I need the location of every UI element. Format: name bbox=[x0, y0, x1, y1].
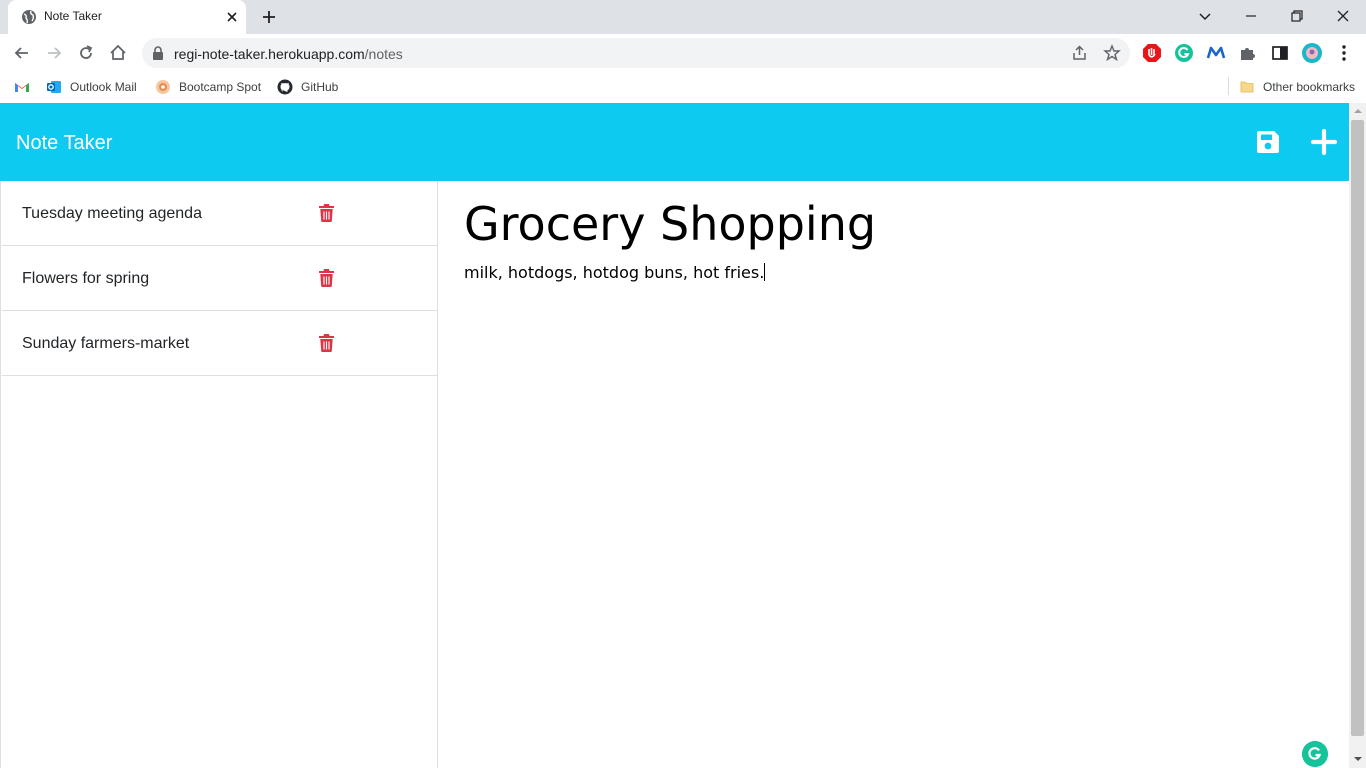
profile-avatar-icon[interactable] bbox=[1301, 42, 1323, 64]
folder-icon bbox=[1240, 81, 1254, 93]
gmail-icon bbox=[15, 83, 29, 92]
note-list-item[interactable]: Sunday farmers-market bbox=[2, 311, 438, 376]
browser-toolbar: regi-note-taker.herokuapp.com/notes bbox=[0, 34, 1366, 72]
url-path: /notes bbox=[364, 46, 403, 62]
github-icon bbox=[277, 79, 293, 95]
outlook-icon bbox=[47, 81, 61, 93]
share-icon[interactable] bbox=[1071, 44, 1089, 62]
note-title-input[interactable]: Grocery Shopping bbox=[464, 197, 1324, 251]
grammarly-extension-icon[interactable] bbox=[1173, 42, 1195, 64]
side-panel-icon[interactable] bbox=[1269, 42, 1291, 64]
forward-icon[interactable] bbox=[44, 43, 64, 63]
bookmark-outlook-mail[interactable]: Outlook Mail bbox=[46, 77, 137, 97]
note-list-item[interactable]: Flowers for spring bbox=[2, 246, 438, 311]
bookmark-github[interactable]: GitHub bbox=[277, 77, 338, 97]
delete-note-trash-icon[interactable] bbox=[318, 268, 335, 287]
new-note-plus-icon[interactable] bbox=[1309, 127, 1339, 157]
adblock-extension-icon[interactable] bbox=[1141, 42, 1163, 64]
bookmarks-separator bbox=[1228, 77, 1229, 95]
note-text-content: milk, hotdogs, hotdog buns, hot fries. bbox=[464, 263, 765, 282]
other-bookmarks-label: Other bookmarks bbox=[1263, 80, 1356, 94]
grammarly-floating-icon[interactable] bbox=[1302, 741, 1328, 767]
bootcamp-spot-icon bbox=[156, 80, 170, 94]
bookmark-label: Outlook Mail bbox=[70, 80, 137, 94]
note-list-item-title: Flowers for spring bbox=[22, 270, 150, 287]
close-tab-icon[interactable] bbox=[224, 9, 240, 25]
reload-icon[interactable] bbox=[76, 43, 96, 63]
lock-icon[interactable] bbox=[152, 46, 164, 60]
bookmark-other-bookmarks[interactable]: Other bookmarks bbox=[1239, 77, 1355, 97]
m-extension-icon[interactable] bbox=[1205, 42, 1227, 64]
page-scrollbar-thumb[interactable] bbox=[1351, 120, 1364, 736]
bookmarks-bar: Outlook Mail Bootcamp Spot GitHub Other … bbox=[0, 72, 1366, 103]
text-caret bbox=[764, 263, 766, 281]
restore-icon[interactable] bbox=[1287, 6, 1307, 26]
home-icon[interactable] bbox=[108, 43, 128, 63]
note-list-item-title: Sunday farmers-market bbox=[22, 335, 190, 352]
note-list-item[interactable]: Tuesday meeting agenda bbox=[2, 181, 438, 246]
scroll-up-arrow-icon[interactable] bbox=[1353, 106, 1363, 116]
globe-icon bbox=[22, 10, 36, 24]
bookmark-star-icon[interactable] bbox=[1103, 44, 1121, 62]
extensions-puzzle-icon[interactable] bbox=[1237, 42, 1259, 64]
url-host: regi-note-taker.herokuapp.com bbox=[174, 46, 365, 62]
url-text: regi-note-taker.herokuapp.com/notes bbox=[174, 46, 403, 62]
bookmark-label: Bootcamp Spot bbox=[179, 80, 262, 94]
minimize-icon[interactable] bbox=[1241, 6, 1261, 26]
app-title[interactable]: Note Taker bbox=[16, 132, 112, 155]
bookmark-bootcamp-spot[interactable]: Bootcamp Spot bbox=[155, 77, 261, 97]
app-header: Note Taker bbox=[0, 103, 1349, 181]
back-icon[interactable] bbox=[12, 43, 32, 63]
browser-tab-note-taker[interactable]: Note Taker bbox=[8, 0, 246, 34]
browser-tab-title: Note Taker bbox=[44, 9, 102, 23]
note-list-item-title: Tuesday meeting agenda bbox=[22, 205, 202, 222]
note-list: Tuesday meeting agenda Flowers for sprin… bbox=[0, 181, 438, 768]
note-editor: Grocery Shopping milk, hotdogs, hotdog b… bbox=[438, 181, 1349, 768]
delete-note-trash-icon[interactable] bbox=[318, 333, 335, 352]
tab-search-icon[interactable] bbox=[1195, 6, 1215, 26]
delete-note-trash-icon[interactable] bbox=[318, 203, 335, 222]
address-bar[interactable]: regi-note-taker.herokuapp.com/notes bbox=[142, 38, 1130, 68]
bookmark-gmail[interactable] bbox=[14, 77, 38, 97]
note-text-area[interactable]: milk, hotdogs, hotdog buns, hot fries. bbox=[464, 263, 1324, 282]
save-note-icon[interactable] bbox=[1253, 127, 1283, 157]
new-tab-icon[interactable] bbox=[260, 8, 278, 26]
bookmark-label: GitHub bbox=[301, 80, 339, 94]
browser-tab-strip: Note Taker bbox=[0, 0, 1366, 34]
scroll-down-arrow-icon[interactable] bbox=[1353, 754, 1363, 764]
chrome-menu-icon[interactable] bbox=[1333, 42, 1355, 64]
close-window-icon[interactable] bbox=[1333, 6, 1353, 26]
